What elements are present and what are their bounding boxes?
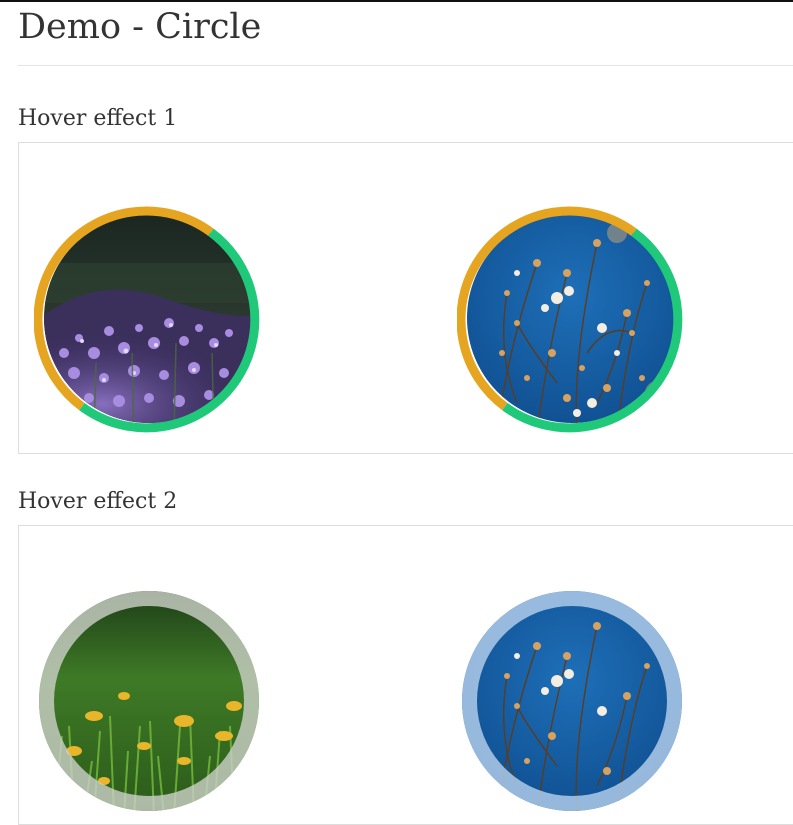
section-heading-hover-effect-1: Hover effect 1 <box>18 106 178 131</box>
circle-item-grass[interactable] <box>34 586 264 816</box>
purple-flowers-image <box>34 206 260 433</box>
dried-flowers-image-2 <box>462 591 682 811</box>
page-title: Demo - Circle <box>18 7 262 47</box>
demo-box-hover-effect-1 <box>18 142 793 454</box>
title-divider <box>18 65 793 66</box>
circle-item-purple-flowers[interactable] <box>34 203 264 433</box>
top-border <box>0 0 793 2</box>
circle-item-dried-flowers[interactable] <box>457 203 687 433</box>
section-heading-hover-effect-2: Hover effect 2 <box>18 489 178 514</box>
circle-item-dried-flowers-2[interactable] <box>457 586 687 816</box>
dried-flowers-image <box>457 206 683 433</box>
demo-box-hover-effect-2 <box>18 525 793 825</box>
grass-image <box>39 591 259 811</box>
